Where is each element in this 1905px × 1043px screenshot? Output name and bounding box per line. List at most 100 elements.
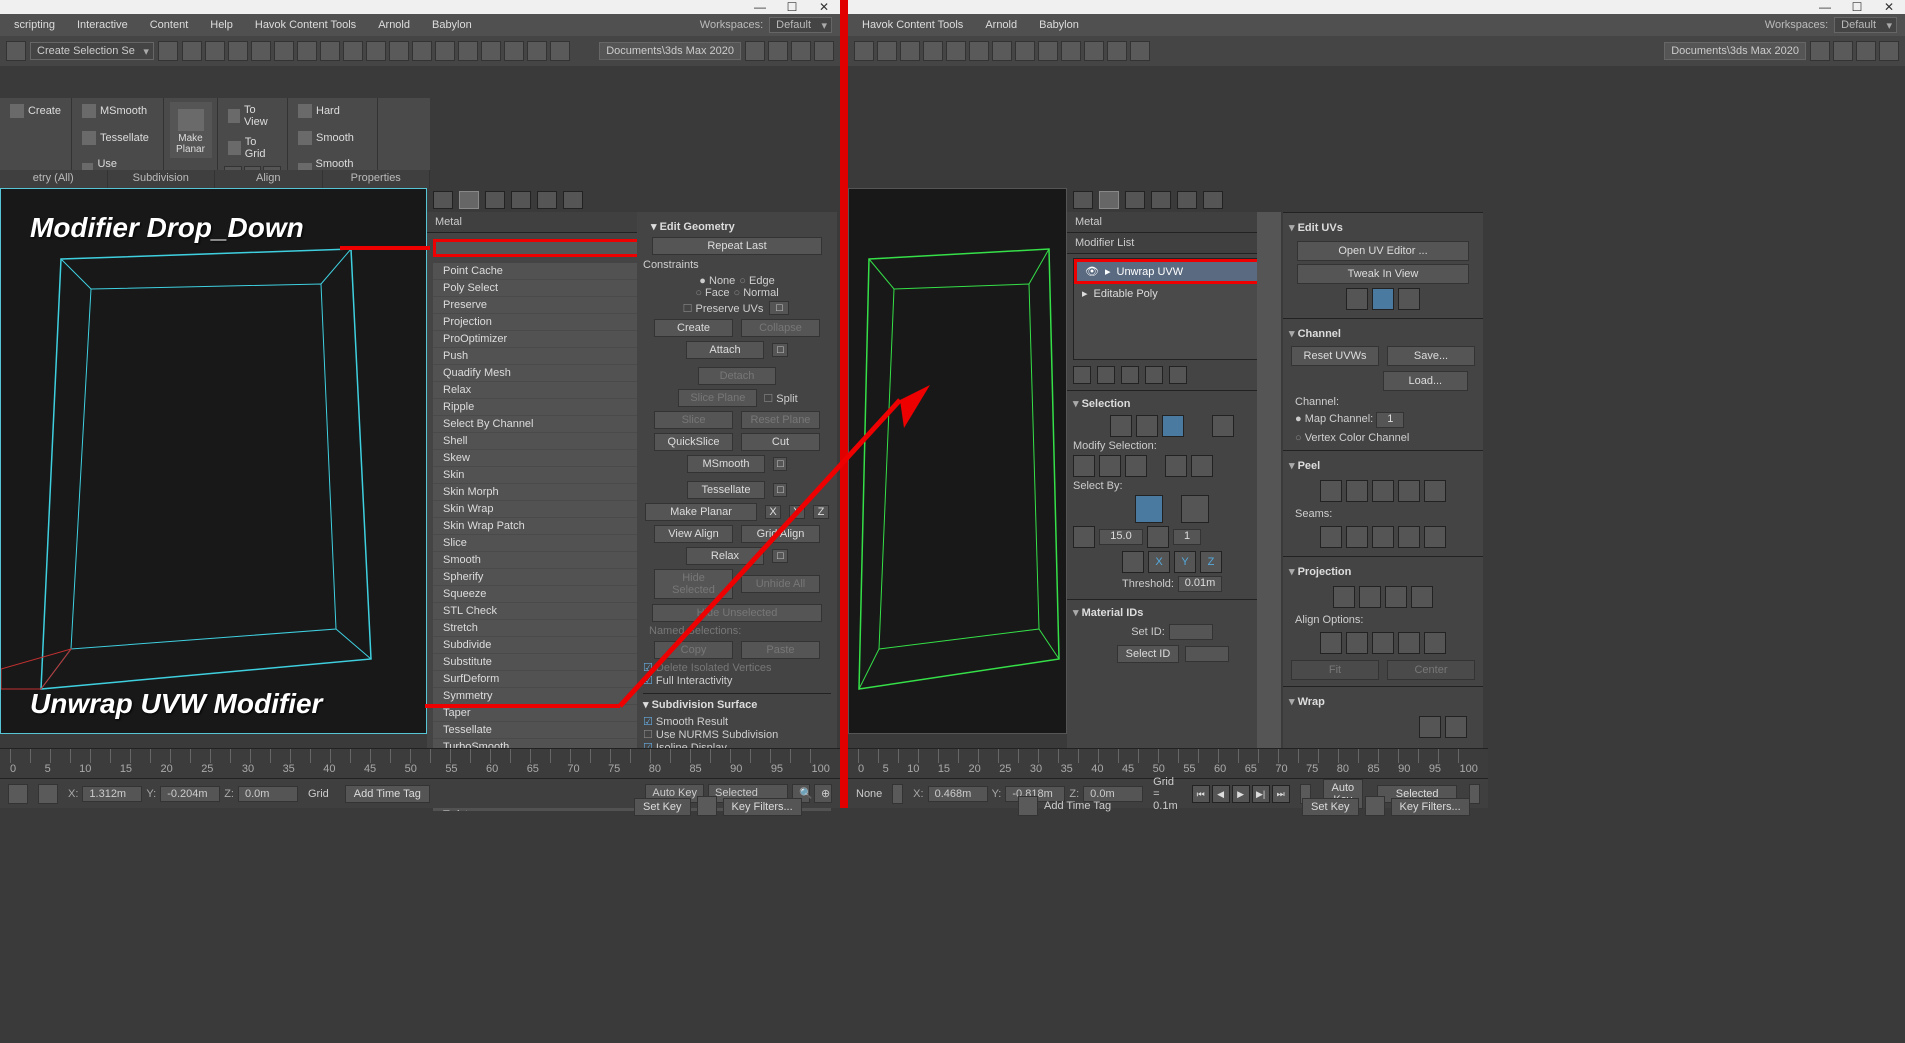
toolbar-icon[interactable] xyxy=(1130,41,1150,61)
stack-editable-poly[interactable]: ▸Editable Poly xyxy=(1074,284,1270,303)
map-channel-spinner[interactable]: 1 xyxy=(1376,412,1404,428)
split-check[interactable]: Split xyxy=(763,392,797,405)
toolbar-icon[interactable] xyxy=(343,41,363,61)
tessellate-button[interactable]: Tessellate xyxy=(78,129,157,147)
peel-icon[interactable] xyxy=(1398,480,1420,502)
key-icon[interactable] xyxy=(697,796,717,816)
attach-button[interactable]: Attach xyxy=(686,341,765,359)
vcolor-radio[interactable]: Vertex Color Channel xyxy=(1295,432,1409,444)
toolbar-icon[interactable] xyxy=(182,41,202,61)
constraint-edge[interactable]: Edge xyxy=(739,275,774,287)
status-icon[interactable] xyxy=(892,784,903,804)
quick-cyl-icon[interactable] xyxy=(1398,288,1420,310)
sg-icon[interactable] xyxy=(1147,526,1169,548)
to-grid-button[interactable]: To Grid xyxy=(224,134,281,162)
viewport-right[interactable] xyxy=(848,188,1067,734)
menu-babylon[interactable]: Babylon xyxy=(1033,17,1085,33)
selected-sg-icon[interactable] xyxy=(1181,495,1209,523)
proj-cyl-icon[interactable] xyxy=(1359,586,1381,608)
quick-planar-icon[interactable] xyxy=(1346,288,1368,310)
planar-y[interactable]: Y xyxy=(789,505,805,519)
toolbar-icon[interactable] xyxy=(366,41,386,61)
cmd-tab-modify-icon[interactable] xyxy=(1099,191,1119,209)
toolbar-icon[interactable] xyxy=(435,41,455,61)
rollout-drag-bar[interactable] xyxy=(1257,212,1281,752)
cmd-tab-display-icon[interactable] xyxy=(1177,191,1197,209)
timeline-right[interactable]: 0510152025303540455055606570758085909510… xyxy=(848,748,1488,778)
sg-spinner[interactable]: 1 xyxy=(1173,529,1201,545)
time-ruler[interactable] xyxy=(858,749,1478,763)
element-mode-icon[interactable] xyxy=(1212,415,1234,437)
wrap-icon[interactable] xyxy=(1419,716,1441,738)
msmooth-settings[interactable]: □ xyxy=(773,457,787,471)
shrink-icon[interactable] xyxy=(1099,455,1121,477)
next-frame-icon[interactable]: ▶| xyxy=(1252,785,1270,803)
time-ruler[interactable] xyxy=(10,749,830,763)
quick-box-icon[interactable] xyxy=(1372,288,1394,310)
close-button[interactable]: ✕ xyxy=(808,0,840,14)
menu-havok[interactable]: Havok Content Tools xyxy=(249,17,362,33)
loop2-icon[interactable] xyxy=(1191,455,1213,477)
modifier-list-dropdown[interactable]: Modifier List▾ xyxy=(1067,233,1277,254)
cmd-tab-display-icon[interactable] xyxy=(537,191,557,209)
toolbar-icon[interactable] xyxy=(946,41,966,61)
toolbar-icon[interactable] xyxy=(297,41,317,61)
face-mode-icon[interactable] xyxy=(1162,415,1184,437)
x-axis-button[interactable]: X xyxy=(1148,551,1170,573)
selection-set-dropdown[interactable]: Create Selection Se xyxy=(30,42,154,60)
constraint-none[interactable]: None xyxy=(699,275,735,287)
menu-arnold[interactable]: Arnold xyxy=(372,17,416,33)
load-button[interactable]: Load... xyxy=(1383,371,1468,391)
viewalign-button[interactable]: View Align xyxy=(654,525,733,543)
constraint-face[interactable]: Face xyxy=(695,287,729,299)
tess-settings[interactable]: □ xyxy=(773,483,787,497)
toolbar-icon[interactable] xyxy=(854,41,874,61)
seam-icon[interactable] xyxy=(1372,526,1394,548)
loop-icon[interactable] xyxy=(1165,455,1187,477)
cmd-tab-hierarchy-icon[interactable] xyxy=(485,191,505,209)
cmd-tab-create-icon[interactable] xyxy=(1073,191,1093,209)
cut-button[interactable]: Cut xyxy=(741,433,820,451)
play-icon[interactable]: ▶ xyxy=(1232,785,1250,803)
make-planar-button[interactable]: Make Planar xyxy=(170,102,212,158)
remove-icon[interactable] xyxy=(1145,366,1163,384)
open-uv-editor-button[interactable]: Open UV Editor ... xyxy=(1297,241,1470,261)
smoothres-check[interactable]: Smooth Result xyxy=(643,716,728,728)
menu-babylon[interactable]: Babylon xyxy=(426,17,478,33)
map-channel-radio[interactable]: Map Channel: xyxy=(1295,413,1373,425)
max-button[interactable]: ☐ xyxy=(776,0,808,14)
constraint-normal[interactable]: Normal xyxy=(734,287,779,299)
proj-planar-icon[interactable] xyxy=(1333,586,1355,608)
z-axis-button[interactable]: Z xyxy=(1200,551,1222,573)
toolbar-icon[interactable] xyxy=(458,41,478,61)
peel-icon[interactable] xyxy=(1424,480,1446,502)
cmd-tab-utilities-icon[interactable] xyxy=(563,191,583,209)
key-filters-button[interactable]: Key Filters... xyxy=(1391,798,1470,816)
add-time-tag[interactable]: Add Time Tag xyxy=(1044,800,1111,812)
wrap-icon[interactable] xyxy=(1445,716,1467,738)
threshold-spinner[interactable]: 0.01m xyxy=(1178,576,1222,592)
toolbar-icon[interactable] xyxy=(768,41,788,61)
workspaces-dropdown[interactable]: Default xyxy=(1834,17,1897,33)
mirror-icon[interactable] xyxy=(1122,551,1144,573)
setkey-button[interactable]: Set Key xyxy=(634,798,691,816)
cmd-tab-motion-icon[interactable] xyxy=(511,191,531,209)
cmd-tab-utilities-icon[interactable] xyxy=(1203,191,1223,209)
toolbar-icon[interactable] xyxy=(877,41,897,61)
toolbar-icon[interactable] xyxy=(504,41,524,61)
cmd-tab-modify-icon[interactable] xyxy=(459,191,479,209)
to-view-button[interactable]: To View xyxy=(224,102,281,130)
project-path[interactable]: Documents\3ds Max 2020 xyxy=(599,42,741,60)
nav-icon[interactable]: ⊕ xyxy=(814,784,832,803)
angle-spinner[interactable]: 15.0 xyxy=(1099,529,1143,545)
vertex-mode-icon[interactable] xyxy=(1110,415,1132,437)
proj-box-icon[interactable] xyxy=(1411,586,1433,608)
y-axis-button[interactable]: Y xyxy=(1174,551,1196,573)
seam-icon[interactable] xyxy=(1320,526,1342,548)
toolbar-icon[interactable] xyxy=(251,41,271,61)
pin-icon[interactable] xyxy=(1073,366,1091,384)
stack-unwrap-uvw[interactable]: 👁▸Unwrap UVW xyxy=(1074,259,1270,284)
seam-icon[interactable] xyxy=(1398,526,1420,548)
min-button[interactable]: — xyxy=(744,0,776,14)
cmd-tab-motion-icon[interactable] xyxy=(1151,191,1171,209)
